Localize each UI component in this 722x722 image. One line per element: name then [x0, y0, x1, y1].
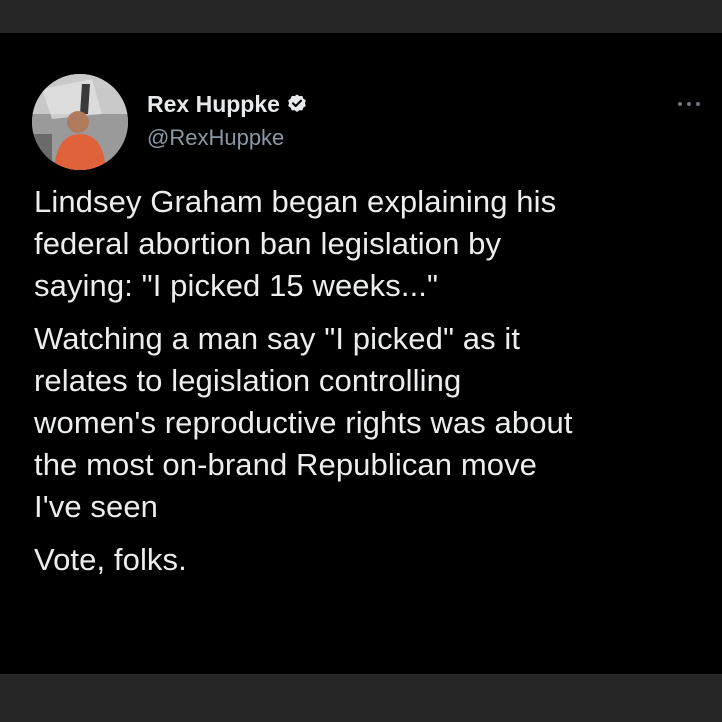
tweet-paragraph: Vote, folks.: [34, 542, 187, 577]
tweet-paragraph: Watching a man say "I picked" as it rela…: [34, 321, 573, 524]
display-name[interactable]: Rex Huppke: [147, 90, 280, 118]
profile-photo-icon: [32, 74, 128, 170]
verified-badge-icon: [288, 94, 306, 112]
tweet-paragraph: Lindsey Graham began explaining his fede…: [34, 184, 557, 303]
tweet-text: Lindsey Graham began explaining his fede…: [34, 181, 709, 581]
tweet-card: Rex Huppke @RexHuppke Lindsey Graham beg…: [0, 33, 722, 674]
author-name-row: Rex Huppke: [147, 90, 308, 118]
bottom-frame-border: [0, 674, 722, 722]
ellipsis-icon[interactable]: [677, 100, 701, 108]
avatar[interactable]: [32, 74, 128, 170]
top-frame-border: [0, 0, 722, 33]
author-handle[interactable]: @RexHuppke: [147, 124, 284, 152]
